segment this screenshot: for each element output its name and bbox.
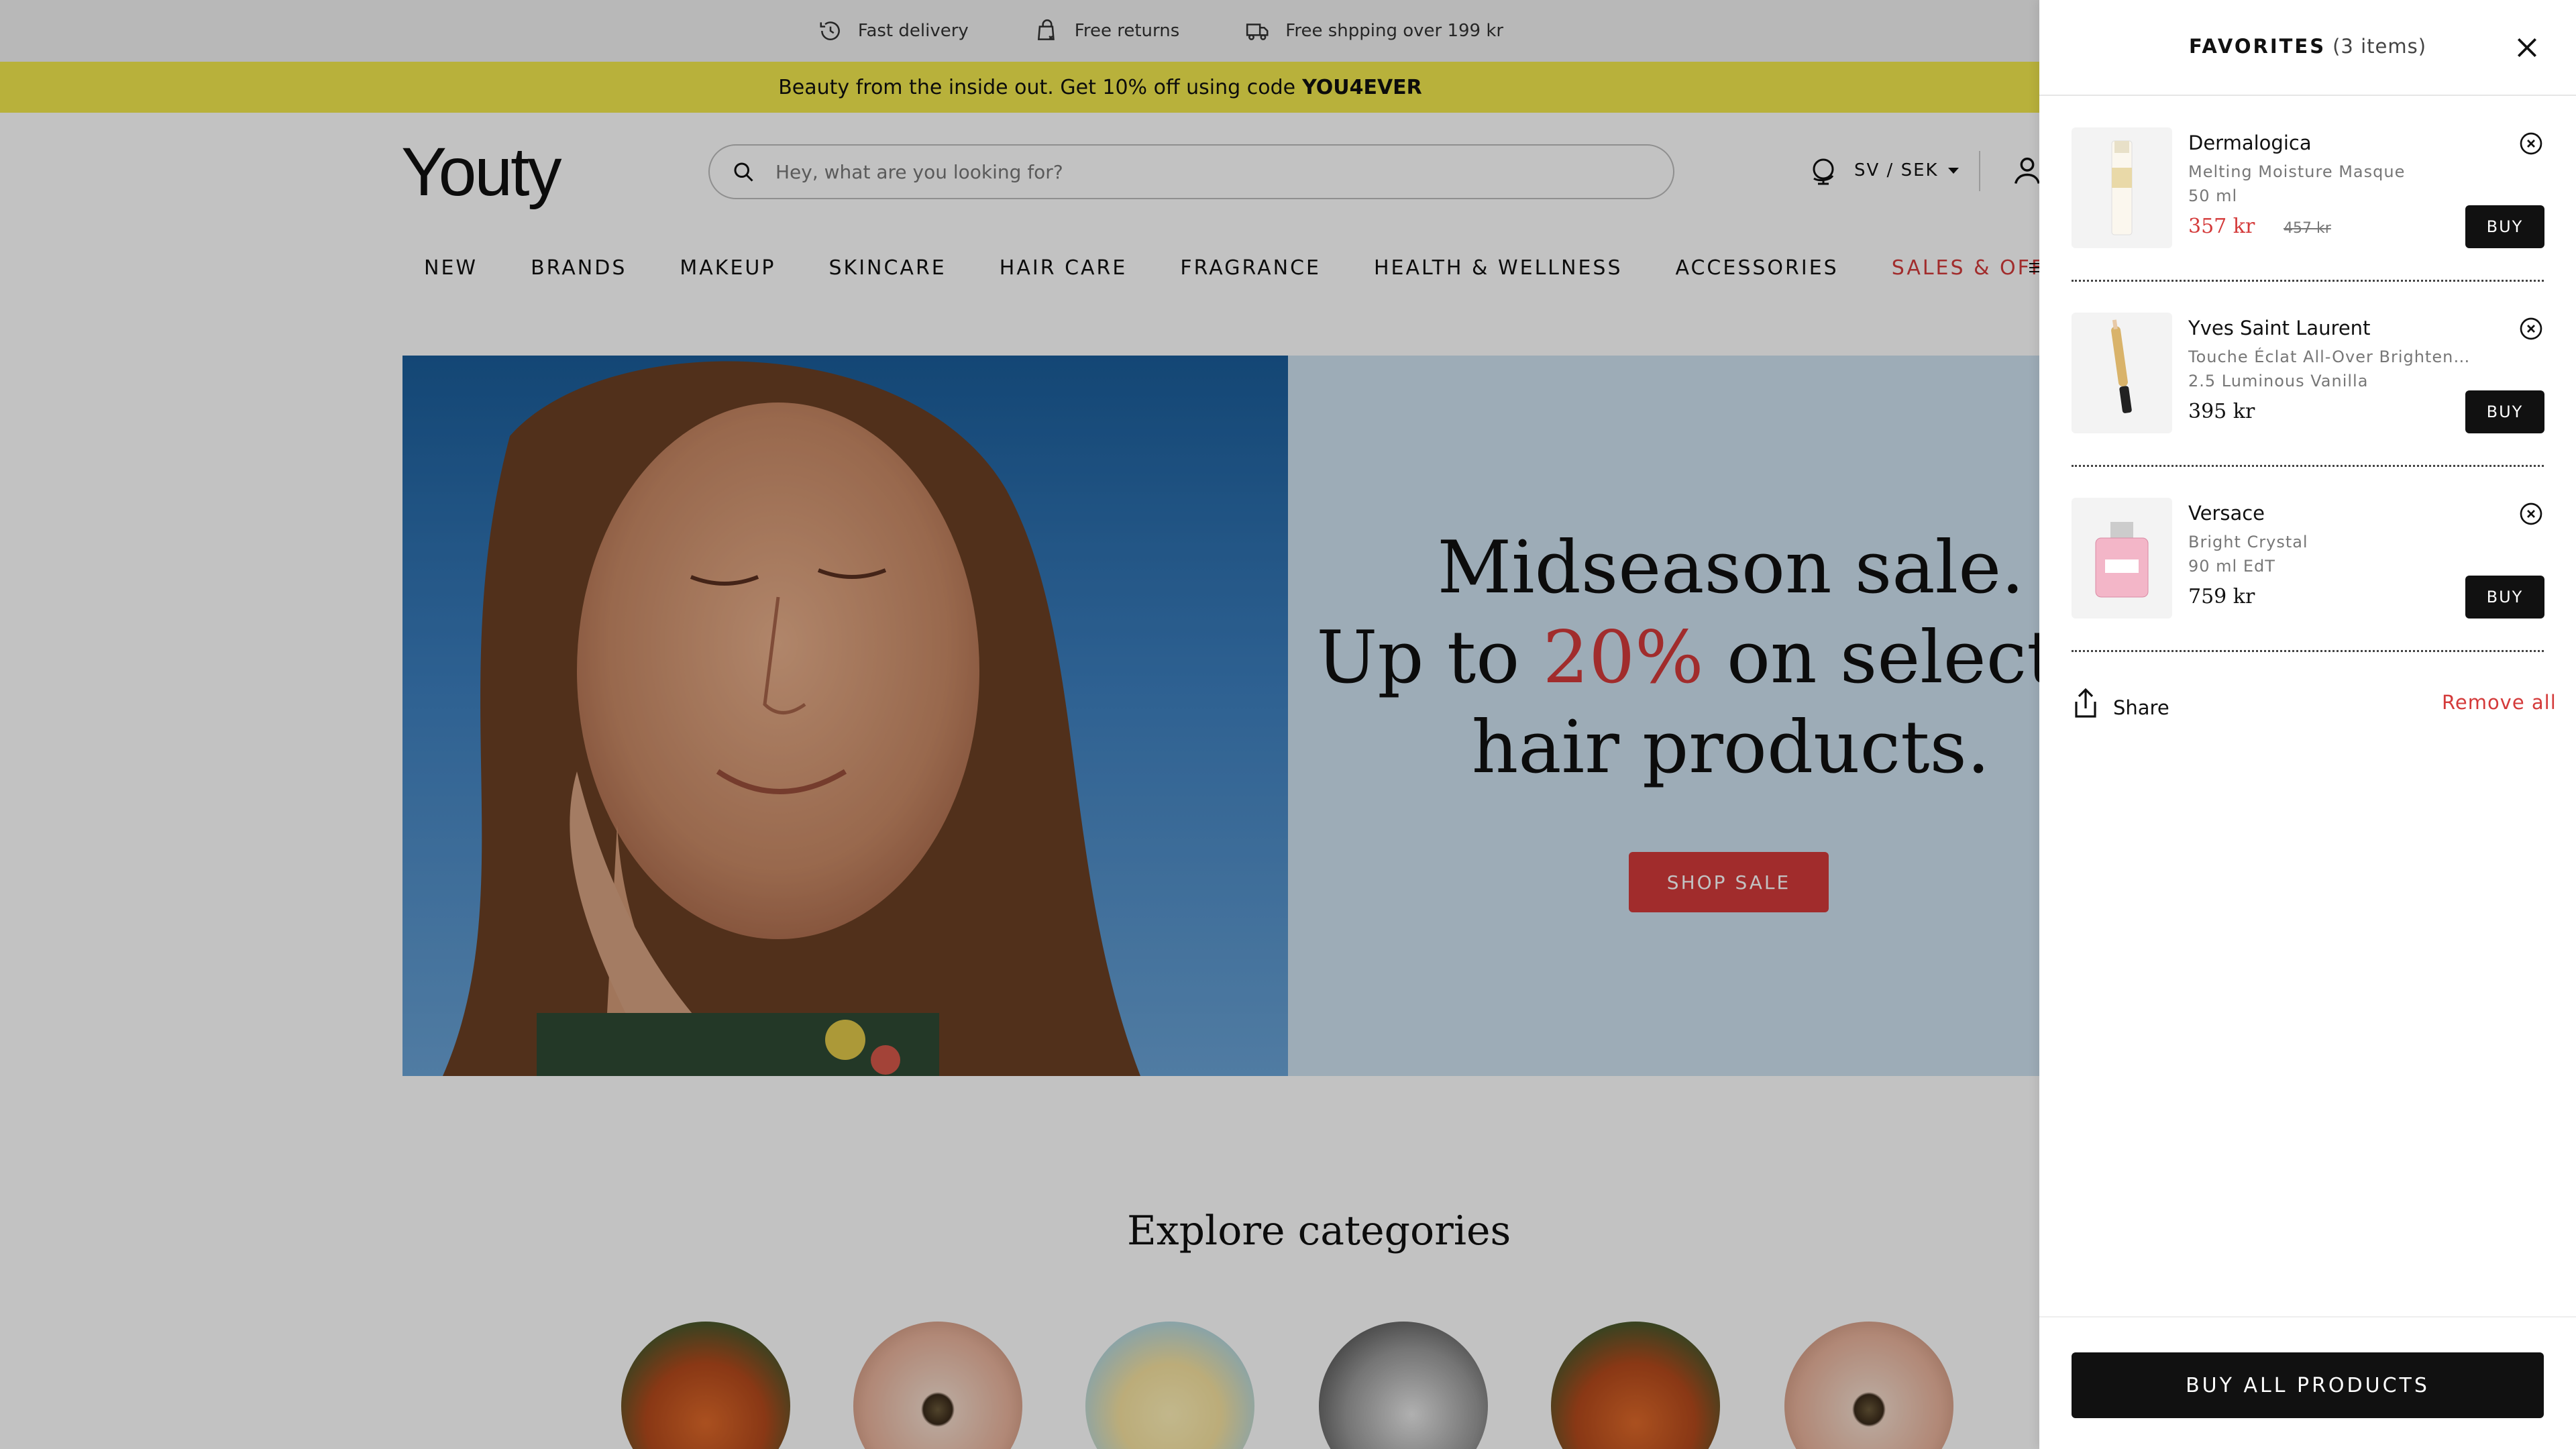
product-price: 357 kr xyxy=(2188,215,2255,238)
favorite-item: Versace Bright Crystal 90 ml EdT 759 kr … xyxy=(2072,498,2544,652)
product-old-price: 457 kr xyxy=(2284,220,2331,237)
product-variant: 2.5 Luminous Vanilla xyxy=(2188,372,2369,390)
product-variant: 50 ml xyxy=(2188,186,2238,205)
product-brand[interactable]: Yves Saint Laurent xyxy=(2188,317,2370,339)
remove-all-link[interactable]: Remove all xyxy=(2442,691,2557,714)
drawer-header: FAVORITES (3 items) xyxy=(2039,0,2576,96)
remove-circle-icon[interactable] xyxy=(2518,315,2544,342)
favorite-item: Dermalogica Melting Moisture Masque 50 m… xyxy=(2072,127,2544,282)
drawer-title: FAVORITES (3 items) xyxy=(2039,35,2576,58)
share-button[interactable]: Share xyxy=(2072,687,2169,719)
favorites-drawer: FAVORITES (3 items) Dermalogica Melting M… xyxy=(2039,0,2576,1449)
favorite-item: Yves Saint Laurent Touche Éclat All-Over… xyxy=(2072,313,2544,467)
favorites-title: FAVORITES xyxy=(2188,35,2326,58)
product-brand[interactable]: Versace xyxy=(2188,502,2265,525)
product-name[interactable]: Touche Éclat All-Over Brightening Pen xyxy=(2188,347,2470,366)
drawer-footer: BUY ALL PRODUCTS xyxy=(2039,1316,2576,1449)
product-name[interactable]: Bright Crystal xyxy=(2188,533,2470,551)
modal-backdrop[interactable] xyxy=(0,0,2039,1449)
product-variant: 90 ml EdT xyxy=(2188,557,2275,576)
product-thumbnail[interactable] xyxy=(2072,313,2172,433)
product-price: 759 kr xyxy=(2188,585,2255,608)
buy-button[interactable]: BUY xyxy=(2465,205,2544,248)
product-brand[interactable]: Dermalogica xyxy=(2188,131,2312,154)
remove-circle-icon[interactable] xyxy=(2518,130,2544,157)
buy-button[interactable]: BUY xyxy=(2465,576,2544,619)
share-icon xyxy=(2075,688,2096,718)
favorites-count: (3 items) xyxy=(2332,35,2427,58)
close-icon[interactable] xyxy=(2514,35,2540,60)
buy-button[interactable]: BUY xyxy=(2465,390,2544,433)
remove-circle-icon[interactable] xyxy=(2518,500,2544,527)
share-label: Share xyxy=(2113,696,2169,719)
product-name[interactable]: Melting Moisture Masque xyxy=(2188,162,2470,181)
product-thumbnail[interactable] xyxy=(2072,498,2172,619)
page: Fast delivery Free returns Free shpping … xyxy=(0,0,2576,1449)
product-thumbnail[interactable] xyxy=(2072,127,2172,248)
buy-all-button[interactable]: BUY ALL PRODUCTS xyxy=(2072,1352,2544,1418)
product-price: 395 kr xyxy=(2188,400,2255,423)
